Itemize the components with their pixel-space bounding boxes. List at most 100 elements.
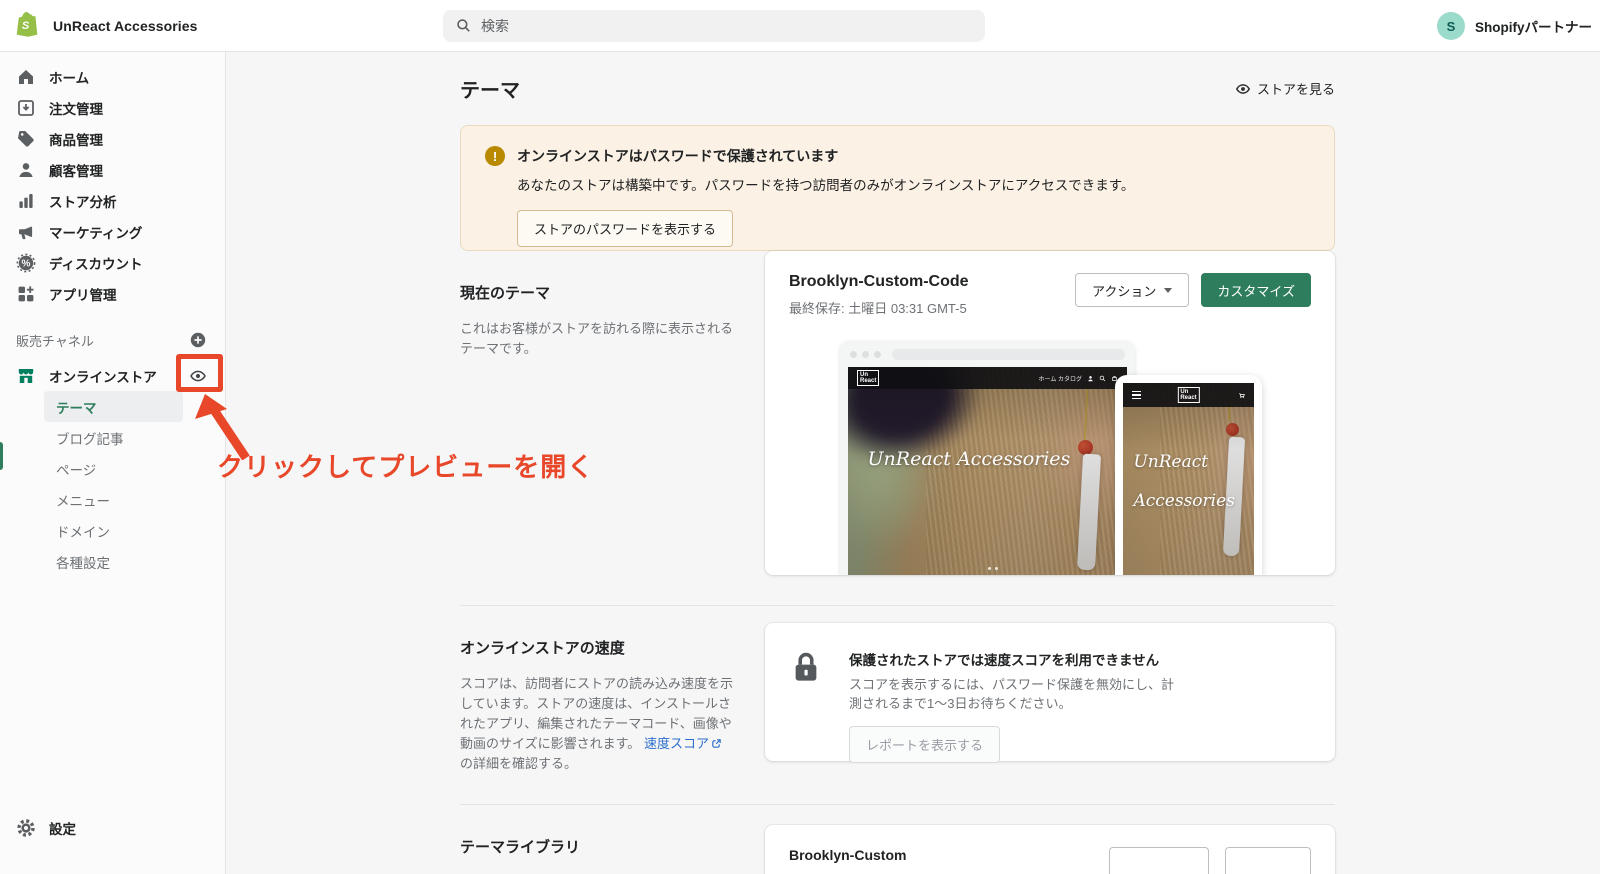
lock-icon: [789, 649, 823, 735]
photo-overlay: [848, 367, 1127, 575]
current-theme-card: Brooklyn-Custom-Code 最終保存: 土曜日 03:31 GMT…: [765, 251, 1335, 575]
sidebar-item-label: アプリ管理: [49, 287, 117, 303]
browser-dot-icon: [850, 350, 857, 358]
sidebar-item-customers[interactable]: 顧客管理: [0, 154, 225, 185]
sidebar-subitem-domains[interactable]: ドメイン: [44, 515, 183, 546]
desktop-preview-mockup: Un React ホーム カタログ UnReact Accessories: [840, 341, 1135, 575]
home-icon: [16, 67, 36, 87]
selected-item-indicator: [0, 442, 3, 470]
storefront-nav-links: ホーム カタログ: [1038, 376, 1083, 383]
apps-icon: [16, 284, 36, 304]
current-theme-section: 現在のテーマ これはお客様がストアを訪れる際に表示されるテーマです。 Brook…: [460, 251, 1335, 575]
caret-down-icon: [1164, 287, 1173, 293]
store-brand[interactable]: S UnReact Accessories: [0, 10, 198, 42]
user-menu[interactable]: S Shopifyパートナー: [1437, 0, 1592, 52]
sidebar-item-label: ホーム: [49, 70, 90, 86]
hero-script-text: UnReact Accessories: [867, 448, 1071, 471]
warning-icon: !: [485, 146, 505, 166]
speed-description-text2: の詳細を確認する。: [460, 756, 578, 771]
sidebar-item-label: 注文管理: [49, 101, 103, 117]
storefront-logo: Un React: [1177, 387, 1200, 403]
theme-library-section: テーマライブラリ Brooklyn-Custom: [460, 805, 1335, 874]
theme-preview: Un React ホーム カタログ UnReact Accessories Un…: [765, 339, 1335, 575]
mobile-preview-mockup: Un React UnReact Accessories: [1115, 375, 1262, 575]
sidebar-item-label: 設定: [49, 821, 76, 837]
hero-script-text-line1: UnReact: [1133, 452, 1209, 473]
storefront-header-mobile: Un React: [1123, 383, 1254, 407]
show-store-password-button[interactable]: ストアのパスワードを表示する: [517, 210, 734, 247]
account-icon: [1088, 375, 1093, 381]
library-section-title: テーマライブラリ: [460, 839, 581, 856]
sidebar-item-orders[interactable]: 注文管理: [0, 92, 225, 123]
customers-icon: [16, 160, 36, 180]
current-theme-title: 現在のテーマ: [460, 285, 551, 302]
page-title: テーマ: [460, 80, 520, 102]
sidebar-subitem-navigation[interactable]: メニュー: [44, 484, 183, 515]
discounts-icon: %: [16, 253, 36, 273]
main-area: テーマ ストアを見る ! オンラインストアはパスワードで保護されています あなた…: [226, 52, 1600, 874]
sidebar-subitem-themes[interactable]: テーマ: [44, 391, 183, 422]
speed-card: 保護されたストアでは速度スコアを利用できません スコアを表示するには、パスワード…: [765, 623, 1335, 763]
view-store-label: ストアを見る: [1256, 82, 1335, 97]
speed-section-description: スコアは、訪問者にストアの読み込み速度を示しています。ストアの速度は、インストー…: [460, 674, 740, 774]
speed-score-link[interactable]: 速度スコア: [644, 736, 709, 751]
sidebar-item-products[interactable]: 商品管理: [0, 123, 225, 154]
cart-icon: [1239, 392, 1245, 398]
customize-label: カスタマイズ: [1217, 283, 1295, 299]
storefront-hero-image-mobile: Un React UnReact Accessories: [1123, 383, 1254, 575]
topbar: S UnReact Accessories S Shopifyパートナー: [0, 0, 1600, 52]
shopify-logo-icon: S: [14, 10, 44, 42]
password-protected-banner: ! オンラインストアはパスワードで保護されています あなたのストアは構築中です。…: [460, 125, 1335, 251]
orders-icon: [16, 98, 36, 118]
sidebar-item-label: 商品管理: [49, 132, 103, 148]
theme-name: Brooklyn-Custom-Code: [789, 273, 969, 290]
search-box[interactable]: [443, 10, 985, 42]
current-theme-description: これはお客様がストアを訪れる際に表示されるテーマです。: [460, 321, 734, 356]
add-sales-channel-button[interactable]: [187, 329, 209, 351]
marketing-megaphone-icon: [16, 222, 36, 242]
speed-card-title: 保護されたストアでは速度スコアを利用できません: [849, 653, 1160, 668]
speed-card-body: スコアを表示するには、パスワード保護を無効にし、計測されるまで1〜3日お待ちくだ…: [849, 677, 1175, 711]
online-store-preview-eye-button[interactable]: [187, 365, 209, 387]
banner-title: オンラインストアはパスワードで保護されています: [517, 148, 839, 164]
library-action-button[interactable]: [1225, 847, 1311, 874]
sales-channels-label: 販売チャネル: [16, 333, 94, 349]
customize-button[interactable]: カスタマイズ: [1201, 273, 1311, 307]
avatar: S: [1437, 12, 1465, 40]
sidebar-item-label: オンラインストア: [49, 369, 157, 385]
sales-channels-header: 販売チャネル: [0, 325, 225, 355]
sidebar-item-settings[interactable]: 設定: [0, 812, 225, 843]
browser-chrome: [840, 341, 1135, 367]
sidebar-subitem-preferences[interactable]: 各種設定: [44, 546, 183, 577]
search-input[interactable]: [481, 18, 973, 34]
view-report-button-disabled[interactable]: レポートを表示する: [849, 726, 1001, 763]
sidebar-item-apps[interactable]: アプリ管理: [0, 278, 225, 309]
sidebar-item-label: マーケティング: [49, 225, 143, 241]
library-action-button[interactable]: [1109, 847, 1209, 874]
carousel-dots: [987, 567, 998, 570]
hero-script-text-line2: Accessories: [1133, 490, 1235, 511]
sidebar-item-label: ディスカウント: [49, 256, 143, 272]
speed-section-title: オンラインストアの速度: [460, 640, 625, 657]
browser-dot-icon: [862, 350, 869, 358]
sidebar-item-online-store[interactable]: オンラインストア: [0, 360, 225, 391]
sidebar-subitem-blog-posts[interactable]: ブログ記事: [44, 422, 183, 453]
sidebar-item-discounts[interactable]: % ディスカウント: [0, 247, 225, 278]
sidebar-item-marketing[interactable]: マーケティング: [0, 216, 225, 247]
theme-last-saved: 最終保存: 土曜日 03:31 GMT-5: [789, 301, 967, 316]
browser-dot-icon: [874, 350, 881, 358]
browser-address-bar: [892, 348, 1125, 360]
user-name: Shopifyパートナー: [1475, 20, 1592, 35]
storefront-hero-image: Un React ホーム カタログ UnReact Accessories: [848, 367, 1127, 575]
theme-actions-dropdown[interactable]: アクション: [1075, 273, 1190, 307]
products-tag-icon: [16, 129, 36, 149]
storefront-logo: Un React: [857, 370, 880, 386]
hamburger-menu-icon: [1132, 390, 1141, 400]
sidebar: ホーム 注文管理 商品管理 顧客管理 ストア分析 マーケティング % ディスカウ…: [0, 52, 226, 874]
view-store-link[interactable]: ストアを見る: [1235, 79, 1335, 98]
sidebar-item-analytics[interactable]: ストア分析: [0, 185, 225, 216]
sidebar-item-home[interactable]: ホーム: [0, 61, 225, 92]
external-link-icon: [711, 738, 722, 749]
sidebar-subitem-pages[interactable]: ページ: [44, 453, 183, 484]
search-icon: [455, 17, 473, 35]
